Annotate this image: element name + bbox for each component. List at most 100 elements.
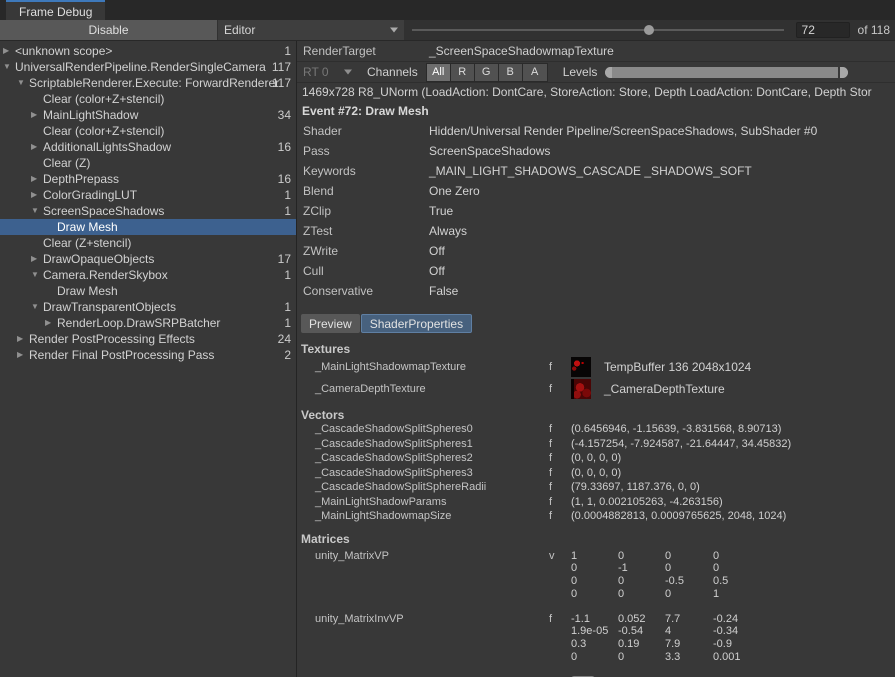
- event-number-input[interactable]: [796, 22, 850, 38]
- tree-item-render-final-postprocessing-pass[interactable]: ▶Render Final PostProcessing Pass2: [0, 347, 296, 363]
- event-tree: ▶<unknown scope>1▼UniversalRenderPipelin…: [0, 41, 297, 677]
- tree-item-render-postprocessing-effects[interactable]: ▶Render PostProcessing Effects24: [0, 331, 296, 347]
- event-slider[interactable]: [404, 20, 794, 40]
- tree-item-label: Clear (color+Z+stencil): [0, 124, 296, 138]
- tab-frame-debug[interactable]: Frame Debug: [6, 0, 105, 20]
- foldout-closed-icon[interactable]: ▶: [45, 319, 51, 327]
- matrix-cell: 0.052: [618, 613, 665, 626]
- foldout-closed-icon[interactable]: ▶: [17, 351, 23, 359]
- tree-item-colorgradinglut[interactable]: ▶ColorGradingLUT1: [0, 187, 296, 203]
- tree-item-scriptablerenderer-execute-forwardrenderer[interactable]: ▼ScriptableRenderer.Execute: ForwardRend…: [0, 75, 296, 91]
- state-row-shader: ShaderHidden/Universal Render Pipeline/S…: [297, 121, 895, 141]
- vector-name: _MainLightShadowParams: [297, 496, 549, 508]
- foldout-open-icon[interactable]: ▼: [31, 303, 39, 311]
- state-value: True: [429, 204, 453, 218]
- foldout-open-icon[interactable]: ▼: [17, 79, 25, 87]
- foldout-closed-icon[interactable]: ▶: [31, 191, 37, 199]
- texture-type: f: [549, 383, 571, 395]
- tree-item-clear-color-z-stencil[interactable]: Clear (color+Z+stencil): [0, 91, 296, 107]
- channel-button-g[interactable]: G: [475, 64, 499, 81]
- matrix-cell: -0.5: [665, 575, 713, 588]
- tree-item-additionallightsshadow[interactable]: ▶AdditionalLightsShadow16: [0, 139, 296, 155]
- matrix-type: f: [549, 613, 571, 626]
- foldout-open-icon[interactable]: ▼: [3, 63, 11, 71]
- vector-value: (1, 1, 0.002105263, -4.263156): [571, 496, 723, 508]
- shadowmap-thumbnail[interactable]: [571, 357, 591, 377]
- tree-item-clear-z-stencil[interactable]: Clear (Z+stencil): [0, 235, 296, 251]
- foldout-closed-icon[interactable]: ▶: [17, 335, 23, 343]
- channel-button-r[interactable]: R: [451, 64, 475, 81]
- foldout-closed-icon[interactable]: ▶: [31, 111, 37, 119]
- vector-name: _CascadeShadowSplitSpheres2: [297, 452, 549, 464]
- tree-item-drawopaqueobjects[interactable]: ▶DrawOpaqueObjects17: [0, 251, 296, 267]
- state-row-pass: PassScreenSpaceShadows: [297, 141, 895, 161]
- tree-item-label: MainLightShadow: [0, 108, 296, 122]
- texture-row-mainlightshadowmaptexture: _MainLightShadowmapTexturefTempBuffer 13…: [297, 356, 895, 378]
- foldout-open-icon[interactable]: ▼: [31, 207, 39, 215]
- matrix-cell: 0: [618, 651, 665, 664]
- texture-type: f: [549, 361, 571, 373]
- event-count-badge: 117: [272, 60, 291, 74]
- vectors-section-title: Vectors: [297, 408, 895, 422]
- tree-item-draw-mesh[interactable]: Draw Mesh: [0, 283, 296, 299]
- foldout-closed-icon[interactable]: ▶: [31, 175, 37, 183]
- vector-row-cascadeshadowsplitspheres1: _CascadeShadowSplitSpheres1f(-4.157254, …: [297, 437, 895, 452]
- event-count-badge: 24: [278, 332, 291, 346]
- foldout-closed-icon[interactable]: ▶: [31, 143, 37, 151]
- vector-row-cascadeshadowsplitspheres3: _CascadeShadowSplitSpheres3f(0, 0, 0, 0): [297, 466, 895, 481]
- foldout-closed-icon[interactable]: ▶: [3, 47, 9, 55]
- channel-button-a[interactable]: A: [523, 64, 547, 81]
- event-title: Event #72: Draw Mesh: [297, 102, 895, 121]
- matrix-cell: -0.34: [713, 625, 761, 638]
- foldout-closed-icon[interactable]: ▶: [31, 255, 37, 263]
- render-target-value: _ScreenSpaceShadowmapTexture: [429, 44, 614, 58]
- tree-item-label: ColorGradingLUT: [0, 188, 296, 202]
- matrix-cell: 1: [571, 550, 618, 563]
- state-label: Keywords: [297, 164, 429, 178]
- matrix-cell: -0.24: [713, 613, 761, 626]
- tree-item-screenspaceshadows[interactable]: ▼ScreenSpaceShadows1: [0, 203, 296, 219]
- event-count-badge: 1: [284, 268, 291, 282]
- tree-item-unknown-scope[interactable]: ▶<unknown scope>1: [0, 43, 296, 59]
- matrix-row-unity-matrixinvvp: unity_MatrixInvVPf-1.10.0527.7-0.241.9e-…: [297, 613, 895, 664]
- matrix-cell: -1: [618, 562, 665, 575]
- event-count-badge: 117: [272, 76, 291, 90]
- foldout-open-icon[interactable]: ▼: [31, 271, 39, 279]
- disable-button[interactable]: Disable: [0, 20, 217, 40]
- tree-item-clear-color-z-stencil[interactable]: Clear (color+Z+stencil): [0, 123, 296, 139]
- levels-range-slider[interactable]: [605, 67, 848, 78]
- main-split: ▶<unknown scope>1▼UniversalRenderPipelin…: [0, 41, 895, 677]
- tree-item-drawtransparentobjects[interactable]: ▼DrawTransparentObjects1: [0, 299, 296, 315]
- tree-item-camera-renderskybox[interactable]: ▼Camera.RenderSkybox1: [0, 267, 296, 283]
- tree-item-label: Render PostProcessing Effects: [0, 332, 296, 346]
- depth-thumbnail[interactable]: [571, 379, 591, 399]
- rt-index-value: RT 0: [303, 65, 329, 79]
- matrix-cell: 0: [571, 651, 618, 664]
- tree-item-label: ScreenSpaceShadows: [0, 204, 296, 218]
- matrix-cell: 0: [571, 588, 618, 601]
- event-count-badge: 16: [278, 172, 291, 186]
- tree-item-universalrenderpipeline-rendersinglecamera[interactable]: ▼UniversalRenderPipeline.RenderSingleCam…: [0, 59, 296, 75]
- tree-item-renderloop-drawsrpbatcher[interactable]: ▶RenderLoop.DrawSRPBatcher1: [0, 315, 296, 331]
- matrix-cell: 0: [618, 575, 665, 588]
- tree-item-label: DrawTransparentObjects: [0, 300, 296, 314]
- capture-target-dropdown[interactable]: Editor: [218, 20, 404, 40]
- render-target-info: 1469x728 R8_UNorm (LoadAction: DontCare,…: [297, 83, 895, 102]
- matrix-cell: 0: [571, 575, 618, 588]
- vector-name: _MainLightShadowmapSize: [297, 510, 549, 522]
- tree-item-clear-z[interactable]: Clear (Z): [0, 155, 296, 171]
- matrix-cell: 0.5: [713, 575, 761, 588]
- state-label: Cull: [297, 264, 429, 278]
- channel-button-b[interactable]: B: [499, 64, 523, 81]
- event-slider-thumb[interactable]: [644, 25, 654, 35]
- rt-index-dropdown[interactable]: RT 0: [300, 64, 358, 80]
- state-value: _MAIN_LIGHT_SHADOWS_CASCADE _SHADOWS_SOF…: [429, 164, 752, 178]
- tab-shaderproperties[interactable]: ShaderProperties: [361, 314, 472, 333]
- state-value: Always: [429, 224, 467, 238]
- channel-button-all[interactable]: All: [427, 64, 451, 81]
- tab-preview[interactable]: Preview: [301, 314, 360, 333]
- tree-item-draw-mesh[interactable]: Draw Mesh: [0, 219, 296, 235]
- tree-item-mainlightshadow[interactable]: ▶MainLightShadow34: [0, 107, 296, 123]
- tree-item-label: UniversalRenderPipeline.RenderSingleCame…: [0, 60, 296, 74]
- tree-item-depthprepass[interactable]: ▶DepthPrepass16: [0, 171, 296, 187]
